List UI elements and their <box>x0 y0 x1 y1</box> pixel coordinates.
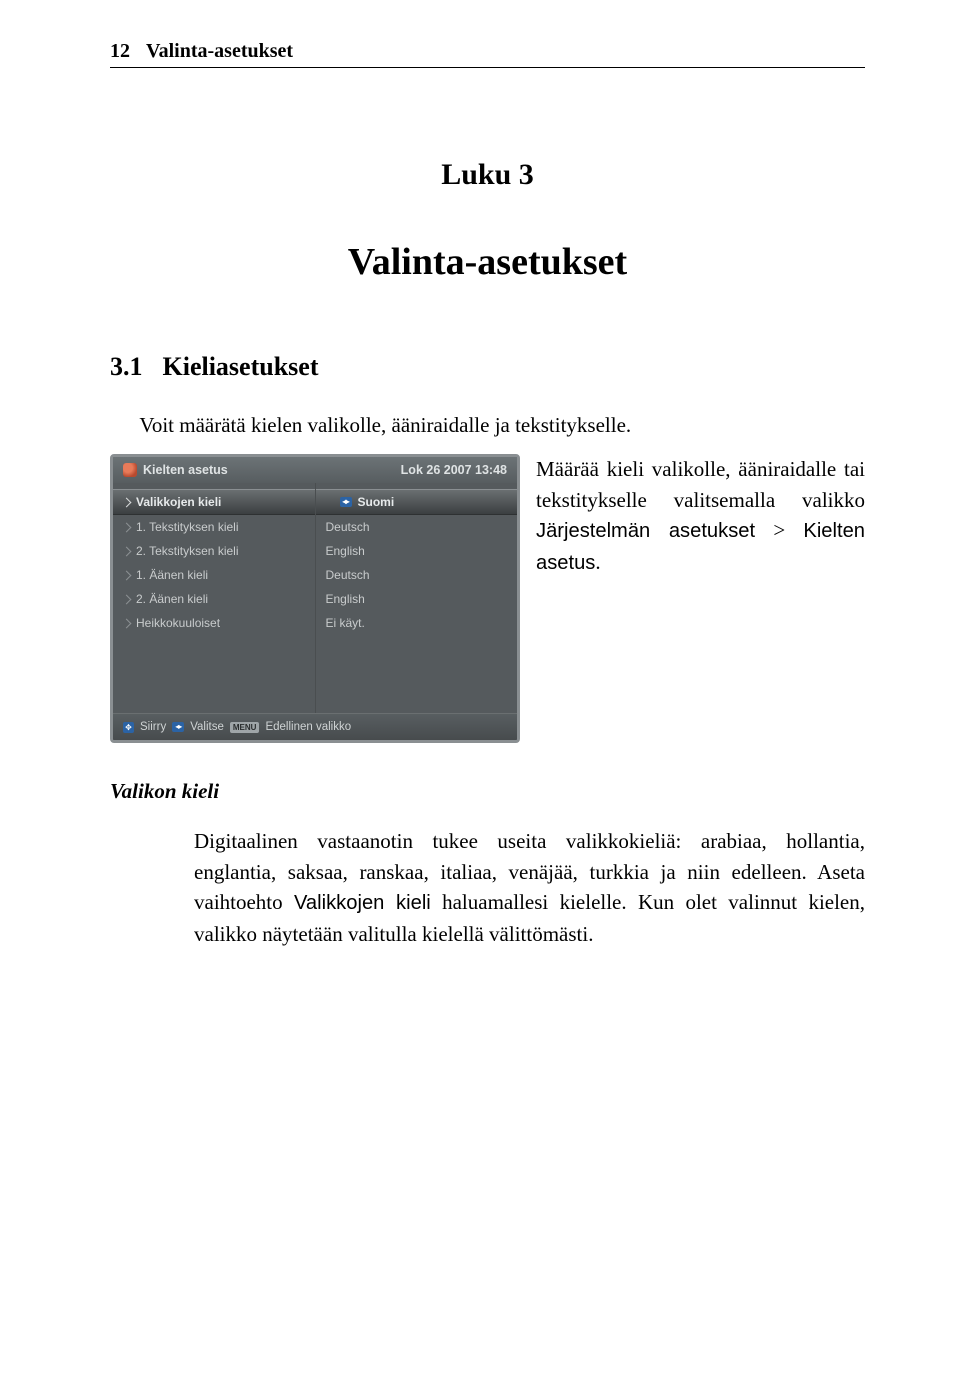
figure-and-text-block: Kielten asetus Lok 26 2007 13:48 Valikko… <box>110 454 865 743</box>
satellite-icon <box>123 463 137 477</box>
header-title: Valinta-asetukset <box>146 40 293 63</box>
left-right-icon <box>340 497 352 507</box>
right-item[interactable]: English <box>316 539 518 563</box>
left-item[interactable]: Heikkokuuloiset <box>113 611 315 635</box>
body-paragraph: Digitaalinen vastaanotin tukee useita va… <box>110 826 865 949</box>
section-heading: 3.1 Kieliasetukset <box>110 352 865 382</box>
page-number: 12 <box>110 40 130 63</box>
menu-chip-icon: MENU <box>230 722 260 733</box>
chevron-right-icon <box>122 594 132 604</box>
running-header: 12 Valinta-asetukset <box>110 40 865 68</box>
footer-back-label: Edellinen valikko <box>265 721 351 733</box>
left-item[interactable]: 1. Tekstityksen kieli <box>113 515 315 539</box>
chevron-right-icon <box>122 546 132 556</box>
chapter-title: Valinta-asetukset <box>110 240 865 284</box>
screenshot-right-column: Suomi Deutsch English Deutsch English Ei… <box>316 483 518 713</box>
left-item[interactable]: 2. Tekstityksen kieli <box>113 539 315 563</box>
right-item[interactable]: Ei käyt. <box>316 611 518 635</box>
screenshot-columns: Valikkojen kieli 1. Tekstityksen kieli 2… <box>113 483 517 713</box>
subheading: Valikon kieli <box>110 779 865 804</box>
section-title: Kieliasetukset <box>163 352 319 382</box>
intro-paragraph: Voit määrätä kielen valikolle, ääniraida… <box>110 410 865 440</box>
right-item-selected[interactable]: Suomi <box>316 489 518 515</box>
chevron-right-icon <box>122 618 132 628</box>
side-paragraph: Määrää kieli valikolle, ääniraidalle tai… <box>536 454 865 583</box>
left-item[interactable]: 1. Äänen kieli <box>113 563 315 587</box>
right-item[interactable]: English <box>316 587 518 611</box>
left-item[interactable]: 2. Äänen kieli <box>113 587 315 611</box>
footer-move-label: Siirry <box>140 721 166 733</box>
right-item[interactable]: Deutsch <box>316 563 518 587</box>
footer-select-label: Valitse <box>190 721 224 733</box>
screenshot-titlebar: Kielten asetus Lok 26 2007 13:48 <box>113 457 517 483</box>
nav-arrows-icon: ✥ <box>123 722 134 733</box>
chevron-right-icon <box>122 522 132 532</box>
screenshot-left-column: Valikkojen kieli 1. Tekstityksen kieli 2… <box>113 483 316 713</box>
screenshot-title: Kielten asetus <box>143 463 228 477</box>
chevron-right-icon <box>122 497 132 507</box>
right-item[interactable]: Deutsch <box>316 515 518 539</box>
screenshot-footer: ✥ Siirry Valitse MENU Edellinen valikko <box>113 713 517 740</box>
chevron-right-icon <box>122 570 132 580</box>
screenshot-timestamp: Lok 26 2007 13:48 <box>401 463 507 477</box>
left-right-icon <box>172 722 184 732</box>
section-number: 3.1 <box>110 352 143 382</box>
left-item-selected[interactable]: Valikkojen kieli <box>113 489 315 515</box>
chapter-label: Luku 3 <box>110 158 865 192</box>
settings-screenshot: Kielten asetus Lok 26 2007 13:48 Valikko… <box>110 454 520 743</box>
